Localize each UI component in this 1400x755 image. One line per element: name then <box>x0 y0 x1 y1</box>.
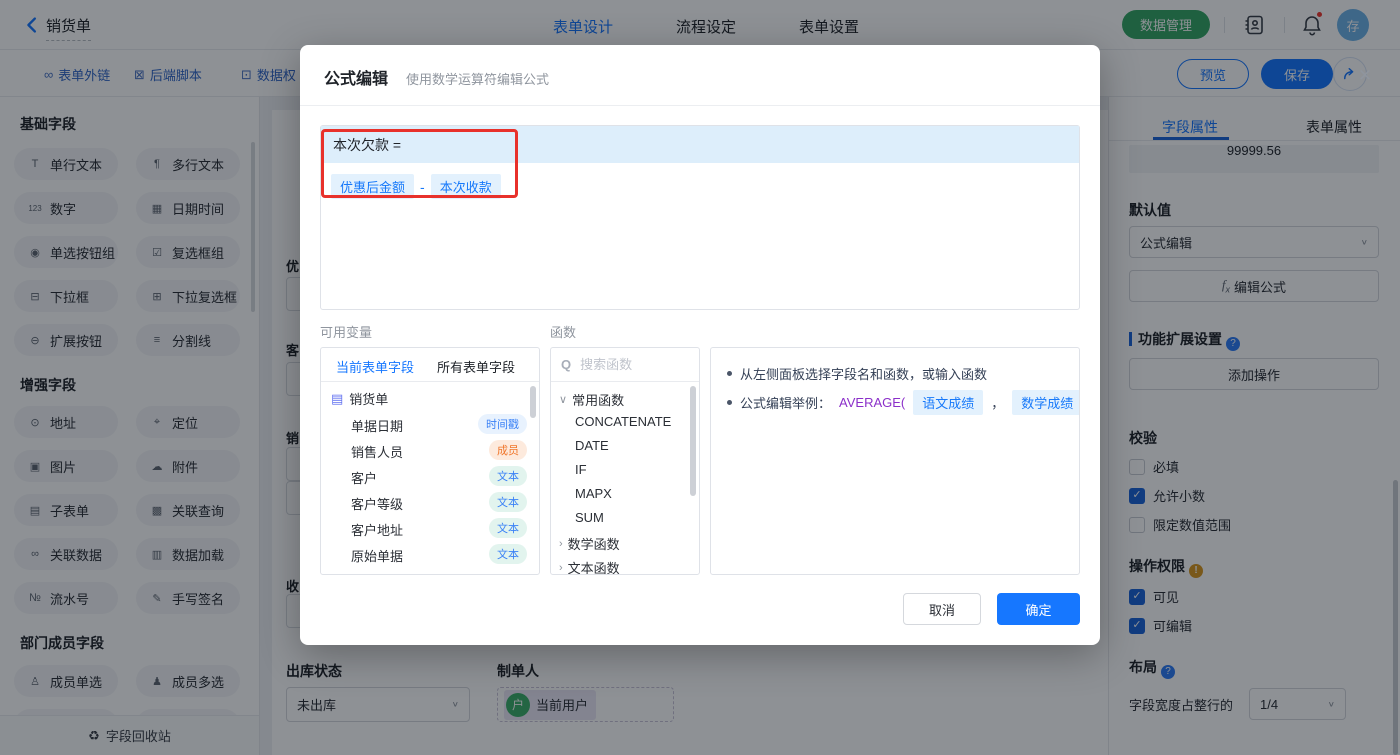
search-input[interactable] <box>578 356 679 373</box>
variable-row[interactable]: 单据日期 <box>351 416 403 435</box>
modal-subtitle: 使用数学运算符编辑公式 <box>406 72 550 87</box>
function-group-common[interactable]: ∨ 常用函数 <box>559 390 624 409</box>
search-icon: Q <box>561 357 572 372</box>
function-item[interactable]: SUM <box>575 510 604 525</box>
confirm-button[interactable]: 确定 <box>997 593 1080 625</box>
tab-current-form-fields[interactable]: 当前表单字段 <box>336 357 414 376</box>
function-group-text[interactable]: › 文本函数 <box>559 558 620 575</box>
modal-title: 公式编辑 <box>324 71 389 88</box>
type-badge: 文本 <box>489 492 527 512</box>
functions-scrollbar[interactable] <box>690 386 696 496</box>
app-window: 销货单 表单设计 流程设定 表单设置 数据管理 存 ∞ 表单外链 ⊠ 后端脚本 <box>0 0 1400 755</box>
close-icon[interactable]: ✕ <box>1352 63 1378 89</box>
type-badge: 文本 <box>489 544 527 564</box>
function-search[interactable]: Q <box>551 348 699 382</box>
variables-panel: 当前表单字段 所有表单字段 ▤ 销货单 单据日期 时间戳 销售人员 成员 客户 … <box>320 347 540 575</box>
variable-row[interactable]: 客户地址 <box>351 520 403 539</box>
variable-row[interactable]: 客户等级 <box>351 494 403 513</box>
group-label: 数学函数 <box>567 537 620 552</box>
chevron-down-icon: ∨ <box>559 394 568 406</box>
form-name: 销货单 <box>349 392 389 407</box>
functions-label: 函数 <box>550 325 577 340</box>
variables-scrollbar[interactable] <box>530 386 536 418</box>
function-item[interactable]: MAPX <box>575 486 612 501</box>
variable-row[interactable]: 销售人员 <box>351 442 403 461</box>
annotation-box <box>321 129 518 198</box>
variable-row[interactable]: 原始单据 <box>351 546 403 565</box>
function-item[interactable]: IF <box>575 462 587 477</box>
group-label: 文本函数 <box>567 561 620 575</box>
function-item[interactable]: CONCATENATE <box>575 414 671 429</box>
tab-all-form-fields[interactable]: 所有表单字段 <box>437 357 515 376</box>
variables-label: 可用变量 <box>320 325 373 340</box>
tip-line-1: 从左侧面板选择字段名和函数，或输入函数 <box>727 364 987 383</box>
document-icon: ▤ <box>331 390 344 406</box>
form-tree-node[interactable]: ▤ 销货单 <box>331 389 388 408</box>
variables-tabs: 当前表单字段 所有表单字段 <box>321 348 539 382</box>
chevron-right-icon: › <box>559 561 563 574</box>
variable-row[interactable]: 客户 <box>351 468 377 487</box>
type-badge: 时间戳 <box>478 414 527 434</box>
group-label: 常用函数 <box>572 393 625 408</box>
formula-edit-modal: 公式编辑 使用数学运算符编辑公式 ✕ 本次欠款 = 优惠后金额 - 本次收款 可… <box>300 45 1372 645</box>
divider <box>300 105 1100 106</box>
type-badge: 文本 <box>489 466 527 486</box>
function-item[interactable]: DATE <box>575 438 609 453</box>
bullet <box>727 400 732 405</box>
tips-panel: 从左侧面板选择字段名和函数，或输入函数 公式编辑举例： AVERAGE( 语文成绩… <box>710 347 1080 575</box>
bullet <box>727 371 732 376</box>
example-chip: 数学成绩 <box>1012 390 1079 415</box>
type-badge: 文本 <box>489 518 527 538</box>
function-group-math[interactable]: › 数学函数 <box>559 534 620 553</box>
cancel-button[interactable]: 取消 <box>903 593 981 625</box>
functions-panel: Q ∨ 常用函数 CONCATENATE DATE IF MAPX SUM › … <box>550 347 700 575</box>
example-chip: 语文成绩 <box>913 390 984 415</box>
type-badge: 成员 <box>489 440 527 460</box>
tip-line-2: 公式编辑举例：AVERAGE( 语文成绩 ， 数学成绩 ) <box>727 390 1079 415</box>
function-name: AVERAGE( <box>839 395 906 410</box>
chevron-right-icon: › <box>559 537 563 550</box>
